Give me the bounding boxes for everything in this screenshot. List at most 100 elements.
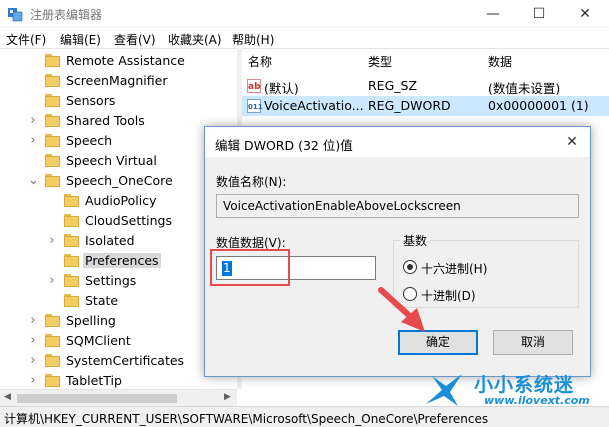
value-name: VoiceActivatio... [264,98,364,113]
watermark: 小小系统迷 www.ilovext.com [424,370,609,410]
cancel-button[interactable]: 取消 [493,330,573,355]
binary-value-icon: 011 [247,99,263,113]
tree-node-label: TabletTip [66,373,122,388]
window-title: 注册表编辑器 [30,8,103,22]
watermark-text: 小小系统迷 [474,374,575,396]
hex-radio-label[interactable]: 十六进制(H) [421,260,487,277]
folder-icon [45,374,60,387]
tree-node[interactable]: Remote Assistance [0,51,237,71]
tree-node-label: Isolated [85,233,135,248]
hex-radio[interactable] [403,260,417,274]
scroll-left-icon[interactable]: ◀ [4,392,11,402]
string-value-icon: ab [247,79,261,93]
value-data: 0x00000001 (1) [488,98,589,113]
chevron-right-icon[interactable]: › [28,354,38,368]
tree-node-label: AudioPolicy [85,193,157,208]
folder-icon [64,294,79,307]
base-group-title: 基数 [400,232,431,249]
ok-button[interactable]: 确定 [398,330,478,355]
edit-dword-dialog: 编辑 DWORD (32 位)值 ✕ 数值名称(N): VoiceActivat… [204,126,591,377]
menu-view[interactable]: 查看(V) [114,31,156,48]
value-row-selected[interactable]: 011 VoiceActivatio... REG_DWORD 0x000000… [242,96,609,116]
value-row[interactable]: ab (默认) REG_SZ (数值未设置) [242,76,609,96]
tree-node-label: Spelling [66,313,116,328]
watermark-url: www.ilovext.com [484,394,590,407]
highlight-annotation [210,249,290,286]
tree-node[interactable]: Preferences [0,251,237,271]
scrollbar-thumb[interactable] [17,394,177,403]
chevron-right-icon[interactable]: › [28,314,38,328]
tree-node[interactable]: State [0,291,237,311]
chevron-right-icon[interactable]: › [28,334,38,348]
folder-icon [45,154,60,167]
menu-file[interactable]: 文件(F) [6,31,46,48]
tree-node-label: Speech_OneCore [66,173,173,188]
tree-node-label: Sensors [66,93,116,108]
folder-icon [45,354,60,367]
value-data: (数值未设置) [488,81,561,96]
tree-node[interactable]: ⌄ Speech_OneCore [0,171,237,191]
chevron-right-icon[interactable]: › [28,134,38,148]
value-name-text: VoiceActivationEnableAboveLockscreen [223,199,461,213]
tree-node-label: CloudSettings [85,213,172,228]
folder-icon [45,114,60,127]
dialog-title: 编辑 DWORD (32 位)值 [215,138,353,153]
tree-node-label: Speech [66,133,113,148]
tree-node[interactable]: › SystemCertificates [0,351,237,371]
status-path: 计算机\HKEY_CURRENT_USER\SOFTWARE\Microsoft… [4,412,489,426]
folder-icon [64,254,79,267]
column-header-data[interactable]: 数据 [488,53,512,70]
tree-node[interactable]: › Spelling [0,311,237,331]
chevron-right-icon[interactable]: › [28,374,38,388]
menu-help[interactable]: 帮助(H) [232,31,274,48]
decimal-radio[interactable] [403,287,417,301]
value-type: REG_SZ [368,78,418,93]
tree-node[interactable]: › TabletTip [0,371,237,389]
tree-node-label: Preferences [83,253,161,268]
tree-node[interactable]: Speech Virtual [0,151,237,171]
tree-node-label: SystemCertificates [66,353,185,368]
menu-favorites[interactable]: 收藏夹(A) [168,31,222,48]
maximize-button[interactable]: ☐ [516,0,562,28]
tree-node[interactable]: › Settings [0,271,237,291]
menu-edit[interactable]: 编辑(E) [60,31,101,48]
tree-node[interactable]: › Speech [0,131,237,151]
folder-icon [45,174,60,187]
close-window-button[interactable]: ✕ [562,0,608,28]
folder-icon [45,94,60,107]
tree-node[interactable]: ScreenMagnifier [0,71,237,91]
tree-node[interactable]: Sensors [0,91,237,111]
tree-node[interactable]: › Shared Tools [0,111,237,131]
value-type: REG_DWORD [368,98,451,113]
chevron-right-icon[interactable]: › [47,274,57,288]
folder-icon [45,74,60,87]
tree-node[interactable]: › Isolated [0,231,237,251]
column-header-name[interactable]: 名称 [248,53,272,70]
minimize-button[interactable]: — [470,0,516,28]
tree-node[interactable]: CloudSettings [0,211,237,231]
folder-icon [45,314,60,327]
folder-icon [64,234,79,247]
regedit-icon [8,8,23,22]
tree-node[interactable]: › SQMClient [0,331,237,351]
watermark-logo-icon [426,374,462,406]
folder-icon [45,54,60,67]
decimal-radio-label[interactable]: 十进制(D) [421,287,476,304]
column-header-type[interactable]: 类型 [368,53,392,70]
value-name-label: 数值名称(N): [216,175,287,189]
registry-tree[interactable]: Remote Assistance ScreenMagnifier Sensors ›… [0,48,237,389]
tree-node-label: Shared Tools [66,113,145,128]
chevron-right-icon[interactable]: › [28,114,38,128]
folder-icon [45,334,60,347]
chevron-right-icon[interactable]: › [47,234,57,248]
folder-icon [64,214,79,227]
value-name: (默认) [264,81,299,96]
chevron-down-icon[interactable]: ⌄ [28,174,39,188]
tree-node[interactable]: AudioPolicy [0,191,237,211]
dialog-close-button[interactable]: ✕ [561,132,583,152]
folder-icon [45,134,60,147]
dialog-title-bar: 编辑 DWORD (32 位)值 ✕ [205,127,590,157]
tree-horizontal-scrollbar[interactable]: ◀ ▶ [0,389,237,406]
scroll-right-icon[interactable]: ▶ [224,392,231,402]
menu-bar: 文件(F) 编辑(E) 查看(V) 收藏夹(A) 帮助(H) [0,28,609,48]
